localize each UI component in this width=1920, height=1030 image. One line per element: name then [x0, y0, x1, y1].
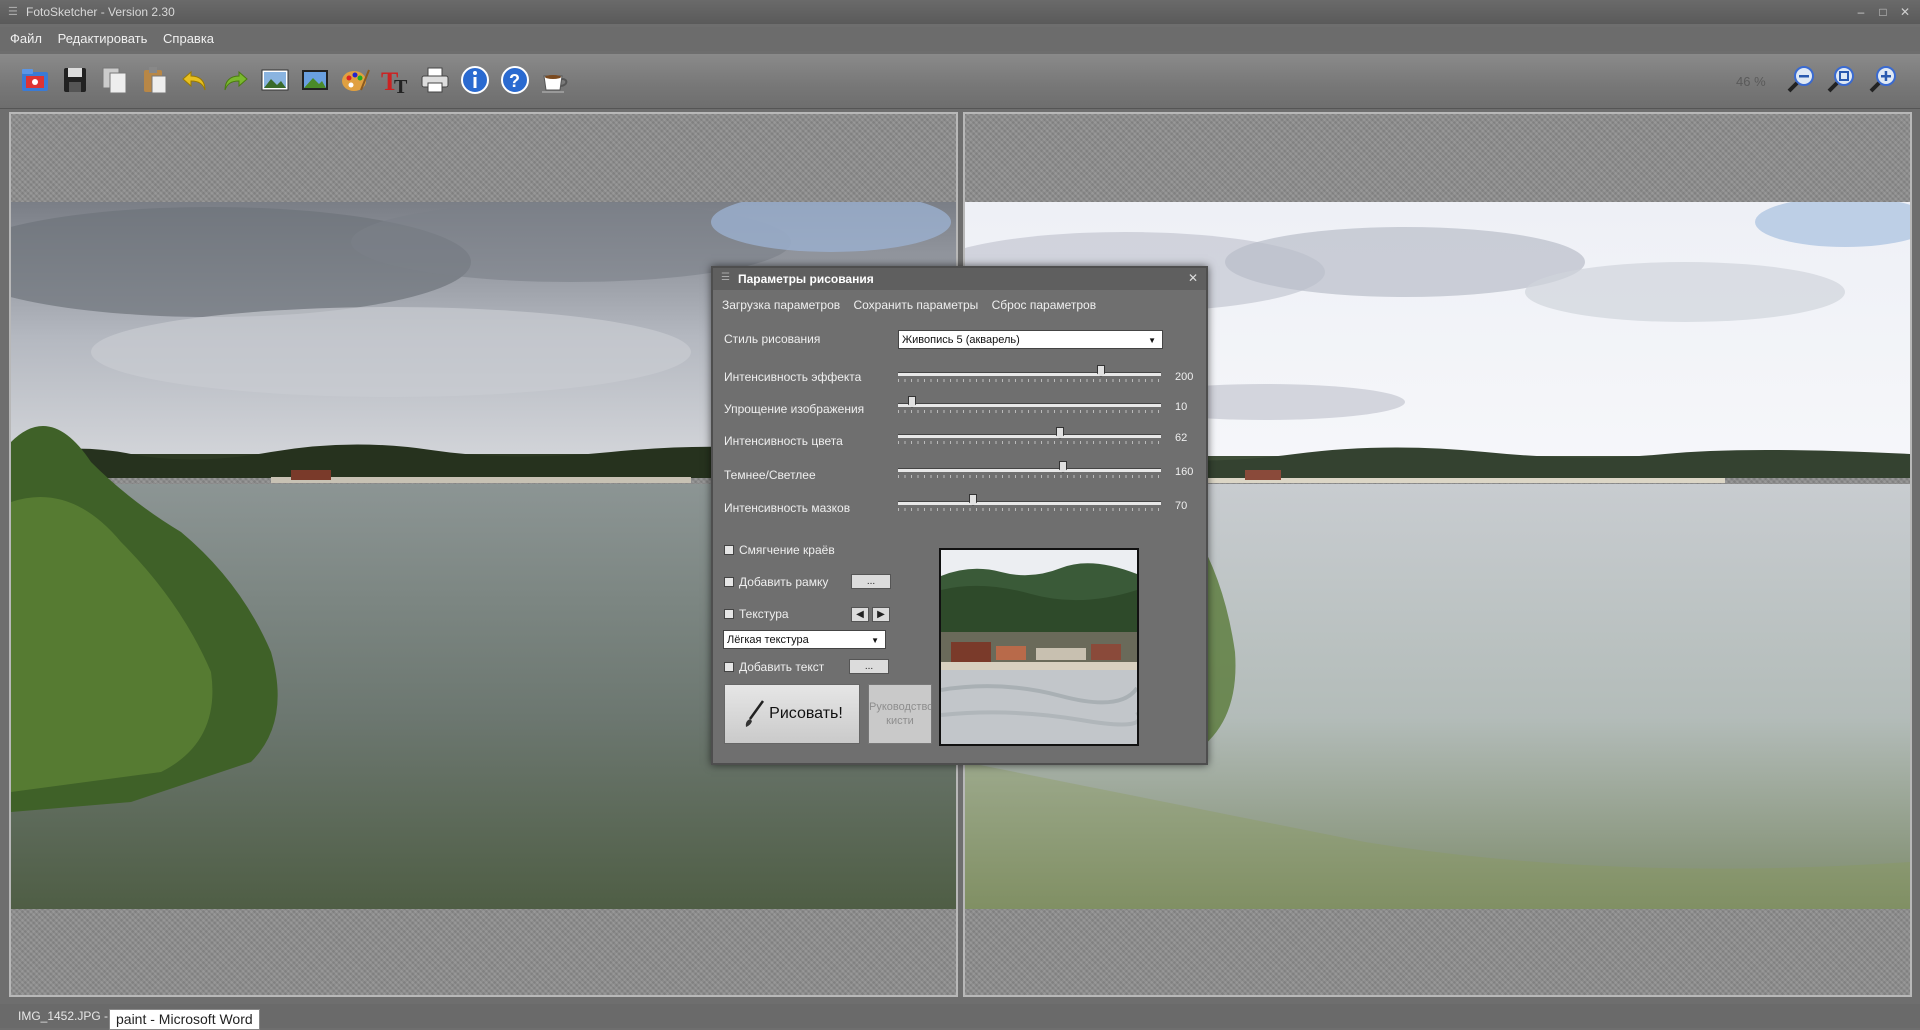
brightness-slider[interactable]: [898, 460, 1161, 480]
add-text-label: Добавить текст: [739, 660, 825, 674]
slider-label-strokes: Интенсивность мазков: [724, 501, 851, 515]
style-select-value: Живопись 5 (акварель): [902, 334, 1020, 346]
info-icon[interactable]: [457, 62, 493, 98]
toolbar: TT ? 46 %: [0, 54, 1920, 109]
brush-icon: [745, 700, 765, 727]
checkbox-box[interactable]: [724, 609, 734, 619]
stroke-intensity-slider[interactable]: [898, 493, 1161, 513]
soften-edges-label: Смягчение краёв: [739, 543, 835, 557]
svg-text:?: ?: [509, 71, 520, 91]
effect-intensity-slider[interactable]: [898, 364, 1161, 384]
dialog-menu-icon[interactable]: ☰: [721, 272, 730, 283]
add-frame-checkbox[interactable]: Добавить рамку: [724, 575, 828, 589]
style-label: Стиль рисования: [724, 332, 821, 346]
slider-label-effect: Интенсивность эффекта: [724, 370, 862, 384]
dialog-links: Загрузка параметров Сохранить параметры …: [722, 298, 1106, 312]
preview-thumbnail: [939, 548, 1139, 746]
simplification-value: 10: [1175, 401, 1188, 413]
title-bar: ☰ FotoSketcher - Version 2.30 – □ ✕: [0, 0, 1920, 24]
add-frame-label: Добавить рамку: [739, 575, 829, 589]
open-icon[interactable]: [17, 62, 53, 98]
chevron-down-icon: ▼: [1148, 336, 1156, 345]
checkbox-box[interactable]: [724, 662, 734, 672]
checkbox-box[interactable]: [724, 577, 734, 587]
add-text-checkbox[interactable]: Добавить текст: [724, 660, 824, 674]
stroke-intensity-value: 70: [1175, 500, 1188, 512]
slider-label-color: Интенсивность цвета: [724, 434, 843, 448]
landscape-icon[interactable]: [297, 62, 333, 98]
zoom-level: 46 %: [1736, 74, 1766, 89]
chevron-down-icon: ▼: [871, 636, 879, 645]
brightness-value: 160: [1175, 466, 1194, 478]
reset-params-link[interactable]: Сброс параметров: [992, 298, 1096, 312]
color-intensity-slider[interactable]: [898, 426, 1161, 446]
drawing-parameters-dialog: ☰ Параметры рисования ✕ Загрузка парамет…: [711, 266, 1208, 765]
taskbar-tooltip: paint - Microsoft Word: [109, 1009, 260, 1030]
style-select[interactable]: Живопись 5 (акварель) ▼: [898, 330, 1163, 349]
copy-icon[interactable]: [97, 62, 133, 98]
menu-bar: Файл Редактировать Справка: [0, 27, 1920, 51]
texture-next-button[interactable]: ▶: [872, 607, 890, 622]
draw-button-label: Рисовать!: [769, 705, 843, 722]
triangle-right-icon: ▶: [877, 609, 885, 620]
dialog-title: Параметры рисования: [738, 272, 874, 286]
status-filename: IMG_1452.JPG -: [18, 1009, 109, 1023]
checkbox-box[interactable]: [724, 545, 734, 555]
texture-prev-button[interactable]: ◀: [851, 607, 869, 622]
frame-options-button[interactable]: ...: [851, 574, 891, 589]
print-icon[interactable]: [417, 62, 453, 98]
menu-help[interactable]: Справка: [163, 31, 214, 46]
dialog-title-bar[interactable]: ☰ Параметры рисования ✕: [713, 268, 1206, 290]
brush-guide-button[interactable]: Руководство кисти: [868, 684, 932, 744]
redo-icon[interactable]: [217, 62, 253, 98]
texture-select-value: Лёгкая текстура: [727, 634, 809, 646]
zoom-in-icon[interactable]: [1866, 62, 1902, 98]
minimize-button[interactable]: –: [1854, 0, 1868, 24]
menu-file[interactable]: Файл: [10, 31, 42, 46]
texture-label: Текстура: [739, 607, 789, 621]
draw-button[interactable]: Рисовать!: [724, 684, 860, 744]
paste-icon[interactable]: [137, 62, 173, 98]
svg-text:T: T: [394, 76, 408, 96]
load-params-link[interactable]: Загрузка параметров: [722, 298, 840, 312]
texture-select[interactable]: Лёгкая текстура ▼: [723, 630, 886, 649]
load-picture-icon[interactable]: [257, 62, 293, 98]
help-icon[interactable]: ?: [497, 62, 533, 98]
window-controls: – □ ✕: [1854, 0, 1912, 24]
slider-label-brightness: Темнее/Светлее: [724, 468, 816, 482]
close-button[interactable]: ✕: [1898, 0, 1912, 24]
coffee-icon[interactable]: [537, 62, 573, 98]
palette-icon[interactable]: [337, 62, 373, 98]
status-bar: IMG_1452.JPG -: [0, 1004, 1920, 1028]
triangle-left-icon: ◀: [856, 609, 864, 620]
slider-label-simplify: Упрощение изображения: [724, 402, 865, 416]
simplification-slider[interactable]: [898, 395, 1161, 415]
menu-edit[interactable]: Редактировать: [58, 31, 148, 46]
window-title: FotoSketcher - Version 2.30: [26, 5, 175, 19]
texture-checkbox[interactable]: Текстура: [724, 607, 789, 621]
soften-edges-checkbox[interactable]: Смягчение краёв: [724, 543, 835, 557]
effect-intensity-value: 200: [1175, 371, 1194, 383]
zoom-out-icon[interactable]: [1784, 62, 1820, 98]
text-options-button[interactable]: ...: [849, 659, 889, 674]
save-params-link[interactable]: Сохранить параметры: [853, 298, 978, 312]
dialog-close-icon[interactable]: ✕: [1188, 271, 1198, 285]
color-intensity-value: 62: [1175, 432, 1188, 444]
zoom-fit-icon[interactable]: [1824, 62, 1860, 98]
system-menu-icon[interactable]: ☰: [8, 0, 18, 24]
undo-icon[interactable]: [177, 62, 213, 98]
maximize-button[interactable]: □: [1876, 0, 1890, 24]
save-icon[interactable]: [57, 62, 93, 98]
text-icon[interactable]: TT: [377, 62, 413, 98]
